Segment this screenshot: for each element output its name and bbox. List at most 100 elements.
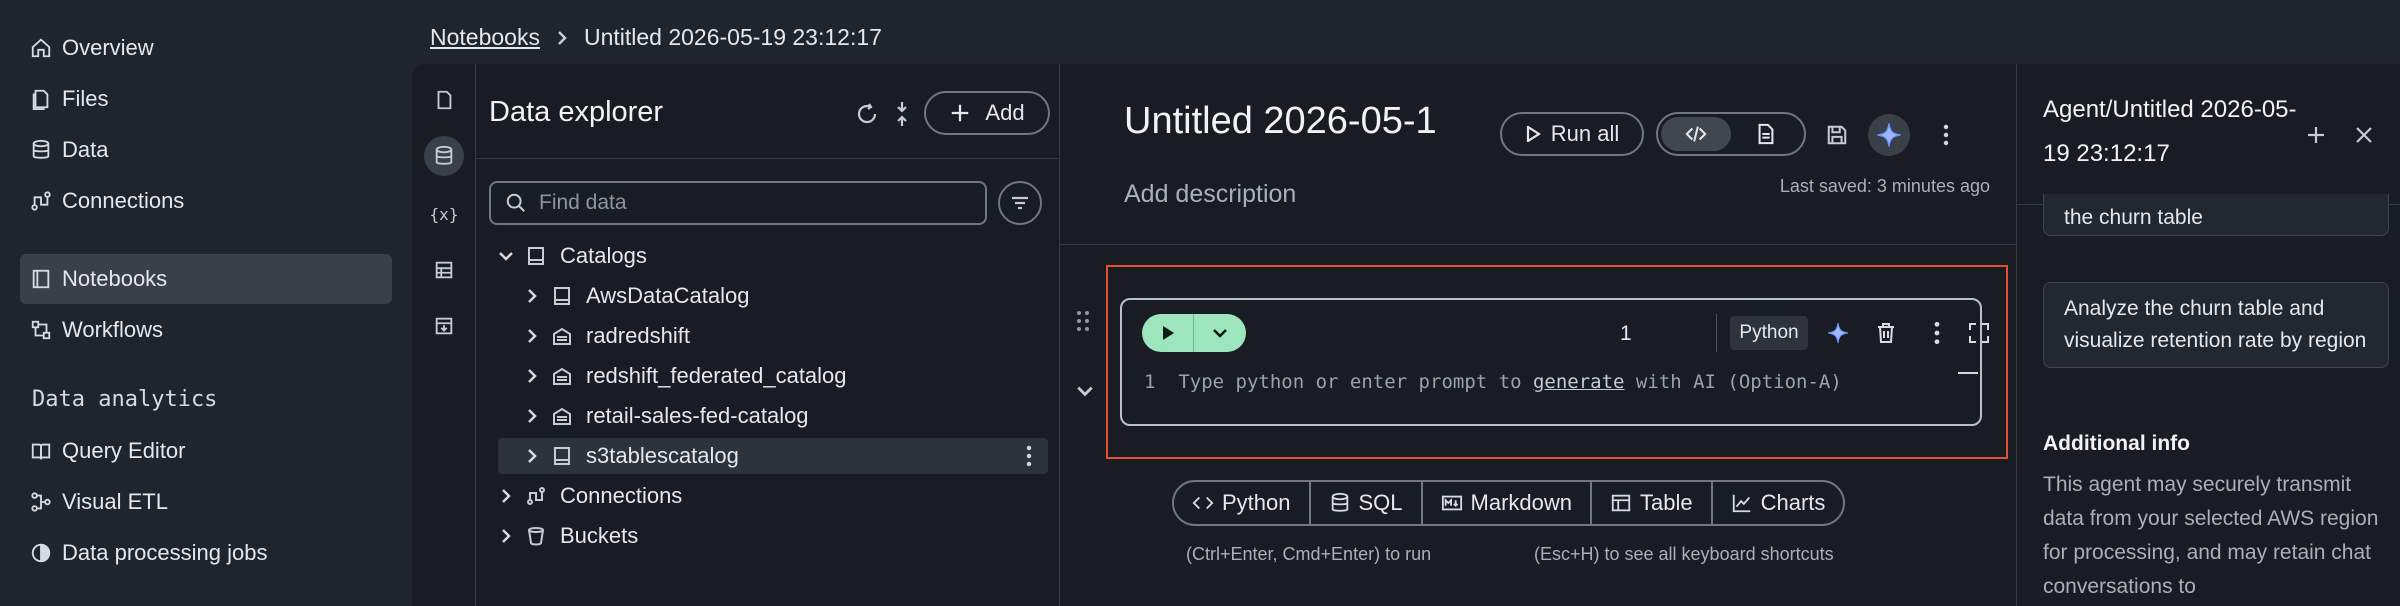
nav-item-data[interactable]: Data — [20, 125, 392, 175]
markdown-icon — [1441, 495, 1462, 511]
last-saved-status: Last saved: 3 minutes ago — [1779, 176, 1990, 196]
code-editor-line[interactable]: 1 Type python or enter prompt to generat… — [1144, 371, 1842, 393]
nav-item-data-processing-jobs[interactable]: Data processing jobs — [20, 528, 392, 578]
tree-item-catalogs[interactable]: Catalogs — [498, 238, 1048, 274]
run-all-button[interactable]: Run all — [1500, 112, 1644, 156]
nav-item-notebooks[interactable]: Notebooks — [20, 254, 392, 304]
nav-item-connections[interactable]: Connections — [20, 176, 392, 226]
catalog-icon — [528, 247, 544, 265]
tree-item-awsdatacatalog[interactable]: AwsDataCatalog — [498, 278, 1048, 314]
chat-message: Analyze the churn table and visualize re… — [2043, 282, 2389, 368]
add-button[interactable]: Add — [924, 91, 1050, 135]
expand-cell-button[interactable] — [1964, 318, 1994, 348]
database-icon — [1331, 492, 1348, 512]
drag-handle-icon[interactable] — [1076, 310, 1090, 332]
workflow-icon — [31, 320, 51, 340]
tree-item-buckets[interactable]: Buckets — [498, 518, 1048, 554]
notebook-description[interactable]: Add description — [1124, 180, 1296, 209]
close-panel-button[interactable] — [2349, 120, 2379, 150]
refresh-button[interactable] — [852, 99, 882, 129]
tree-item-connections[interactable]: Connections — [498, 478, 1048, 514]
close-icon — [2356, 127, 2372, 143]
nav-item-files[interactable]: Files — [20, 74, 392, 124]
delete-cell-button[interactable] — [1871, 318, 1901, 348]
nav-item-query-editor[interactable]: Query Editor — [20, 426, 392, 476]
code-placeholder-suffix: with AI (Option-A) — [1624, 371, 1842, 393]
find-data-field[interactable] — [489, 181, 987, 225]
tree-label: s3tablescatalog — [586, 443, 739, 468]
add-chart-cell-button[interactable]: Charts — [1713, 482, 1844, 524]
add-cell-label: SQL — [1358, 490, 1403, 515]
add-python-cell-button[interactable]: Python — [1174, 482, 1311, 524]
chevron-down-icon — [499, 252, 513, 261]
bucket-icon — [528, 527, 544, 546]
rail-files-button[interactable] — [424, 80, 464, 120]
download-box-icon — [435, 317, 453, 335]
more-vertical-icon[interactable] — [1026, 445, 1032, 467]
tree-item-s3tablescatalog[interactable]: s3tablescatalog — [498, 438, 1048, 474]
nav-item-visual-etl[interactable]: Visual ETL — [20, 477, 392, 527]
breadcrumb-notebooks-link[interactable]: Notebooks — [430, 24, 540, 51]
chevron-right-icon — [528, 289, 537, 303]
tree-label: retail-sales-fed-catalog — [586, 403, 809, 428]
breadcrumb: Notebooks Untitled 2026-05-19 23:12:17 — [430, 24, 882, 51]
add-table-cell-button[interactable]: Table — [1592, 482, 1713, 524]
code-icon — [1192, 496, 1214, 510]
more-vertical-icon — [1934, 321, 1940, 345]
filter-button[interactable] — [998, 181, 1042, 225]
collapse-all-button[interactable] — [890, 99, 914, 129]
chevron-right-icon — [528, 409, 537, 423]
warehouse-icon — [553, 367, 571, 385]
sparkle-icon — [1877, 123, 1901, 147]
run-all-label: Run all — [1550, 121, 1620, 146]
tree-item-retail-sales-fed-catalog[interactable]: retail-sales-fed-catalog — [498, 398, 1048, 434]
rail-table-button[interactable] — [424, 250, 464, 290]
chevron-right-icon — [528, 369, 537, 383]
nav-label: Data processing jobs — [62, 540, 268, 565]
add-sql-cell-button[interactable]: SQL — [1311, 482, 1423, 524]
jobs-icon — [31, 543, 51, 563]
notebook-more-button[interactable] — [1936, 120, 1956, 150]
keyboard-shortcuts-hint: (Esc+H) to see all keyboard shortcuts — [1534, 544, 1834, 564]
chevron-right-icon — [528, 329, 537, 343]
data-explorer-title: Data explorer — [489, 96, 664, 128]
run-cell-button[interactable] — [1142, 314, 1194, 352]
chevron-right-icon — [502, 489, 511, 503]
divider — [1716, 314, 1717, 352]
run-options-button[interactable] — [1194, 314, 1246, 352]
tree-item-redshift-federated-catalog[interactable]: redshift_federated_catalog — [498, 358, 1048, 394]
find-data-input[interactable] — [539, 191, 959, 215]
catalog-icon — [554, 447, 570, 465]
notebook-icon — [32, 269, 50, 289]
tree-item-radredshift[interactable]: radredshift — [498, 318, 1048, 354]
collapse-cell-button[interactable] — [1076, 382, 1094, 400]
new-chat-button[interactable] — [2301, 120, 2331, 150]
chat-message: the churn table — [2043, 194, 2389, 236]
add-button-label: Add — [985, 100, 1025, 125]
database-icon — [435, 145, 453, 165]
trash-icon — [1878, 323, 1894, 343]
nav-item-workflows[interactable]: Workflows — [20, 305, 392, 355]
generate-link[interactable]: generate — [1533, 371, 1625, 393]
add-cell-label: Markdown — [1470, 490, 1573, 515]
cell-language-selector[interactable]: Python — [1730, 316, 1808, 350]
add-markdown-cell-button[interactable]: Markdown — [1423, 482, 1593, 524]
document-view-toggle[interactable] — [1731, 117, 1801, 151]
nav-item-overview[interactable]: Overview — [20, 23, 392, 73]
warehouse-icon — [553, 327, 571, 345]
chevron-right-icon — [528, 449, 537, 463]
nav-label: Connections — [62, 188, 185, 213]
cell-ai-button[interactable] — [1823, 318, 1853, 348]
notebook-title[interactable]: Untitled 2026-05-1 — [1124, 100, 1437, 143]
chevron-down-icon — [1213, 329, 1227, 338]
rail-download-button[interactable] — [424, 306, 464, 346]
ai-assistant-button[interactable] — [1868, 114, 1910, 156]
rail-data-explorer-button[interactable] — [424, 136, 464, 176]
code-view-toggle[interactable] — [1661, 117, 1731, 151]
save-button[interactable] — [1822, 120, 1852, 150]
home-icon — [31, 38, 51, 58]
sparkle-icon — [1827, 322, 1849, 344]
cell-more-button[interactable] — [1922, 318, 1952, 348]
editor-scroll-indicator — [1958, 372, 1978, 374]
rail-variables-button[interactable]: {x} — [424, 194, 464, 234]
